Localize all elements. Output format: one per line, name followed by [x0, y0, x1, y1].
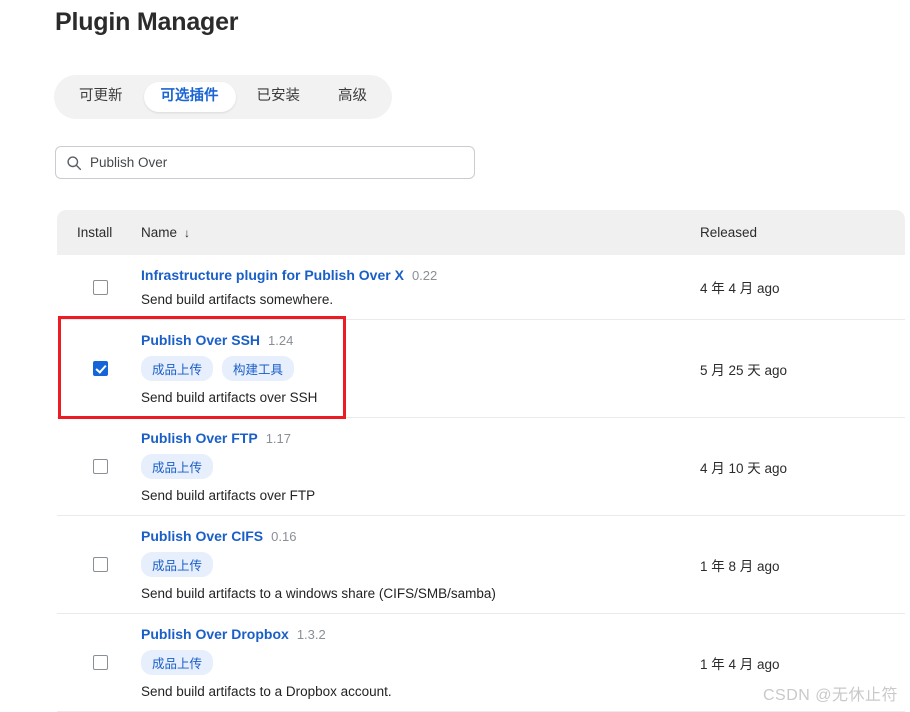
- plugin-label[interactable]: 成品上传: [141, 552, 214, 577]
- install-cell: [77, 557, 123, 572]
- plugin-labels: 成品上传: [141, 650, 700, 675]
- plugin-description: Send build artifacts to a windows share …: [141, 586, 496, 601]
- plugin-labels: 成品上传: [141, 454, 700, 479]
- install-cell: [77, 459, 123, 474]
- search-input[interactable]: [90, 147, 474, 178]
- plugin-released: 1 年 8 月 ago: [700, 558, 780, 574]
- tab-installed[interactable]: 已安装: [240, 82, 318, 112]
- page-title: Plugin Manager: [55, 8, 239, 36]
- table-row: Publish Over FTP 1.17 成品上传 Send build ar…: [57, 418, 905, 516]
- plugin-label[interactable]: 成品上传: [141, 650, 214, 675]
- plugin-version: 0.16: [271, 529, 297, 544]
- plugin-label[interactable]: 成品上传: [141, 356, 214, 381]
- plugins-table: Install Name ↓ Released Infrastructure p…: [57, 210, 905, 712]
- plugin-description: Send build artifacts over FTP: [141, 488, 316, 503]
- column-header-released: Released: [700, 225, 758, 240]
- plugin-description: Send build artifacts over SSH: [141, 390, 318, 405]
- install-checkbox[interactable]: [92, 279, 108, 295]
- plugin-label[interactable]: 构建工具: [222, 356, 295, 381]
- plugin-version: 1.3.2: [296, 627, 326, 642]
- plugin-title-line: Publish Over Dropbox 1.3.2: [141, 626, 700, 642]
- plugin-name-link[interactable]: Publish Over SSH: [141, 332, 260, 348]
- plugin-info-cell: Publish Over SSH 1.24 成品上传 构建工具 Send bui…: [141, 320, 700, 417]
- plugin-manager-page: Plugin Manager 可更新 可选插件 已安装 高级 Install N…: [0, 0, 910, 712]
- plugin-name-link[interactable]: Publish Over Dropbox: [141, 626, 289, 642]
- install-checkbox[interactable]: [92, 459, 108, 474]
- plugin-info-cell: Publish Over CIFS 0.16 成品上传 Send build a…: [141, 516, 700, 613]
- table-row: Publish Over SSH 1.24 成品上传 构建工具 Send bui…: [57, 320, 905, 418]
- plugin-version: 1.24: [268, 333, 294, 348]
- sort-descending-icon: ↓: [184, 225, 191, 240]
- plugin-released: 1 年 4 月 ago: [700, 656, 780, 672]
- plugin-name-link[interactable]: Infrastructure plugin for Publish Over X: [141, 267, 404, 283]
- install-cell: [77, 655, 123, 670]
- table-header-row: Install Name ↓ Released: [57, 210, 905, 255]
- plugin-version: 1.17: [265, 431, 292, 446]
- plugin-labels: 成品上传: [141, 552, 700, 577]
- install-checkbox[interactable]: [92, 557, 108, 572]
- plugin-description: Send build artifacts somewhere.: [141, 292, 334, 307]
- tab-updates[interactable]: 可更新: [62, 82, 140, 112]
- plugin-title-line: Infrastructure plugin for Publish Over X…: [141, 267, 700, 283]
- search-box[interactable]: [55, 146, 475, 179]
- plugin-released: 5 月 25 天 ago: [700, 362, 788, 378]
- tab-advanced[interactable]: 高级: [321, 82, 384, 112]
- plugin-label[interactable]: 成品上传: [141, 454, 214, 479]
- plugin-title-line: Publish Over CIFS 0.16: [141, 528, 700, 544]
- search-icon: [67, 155, 82, 170]
- tab-bar: 可更新 可选插件 已安装 高级: [54, 75, 392, 119]
- table-row: Infrastructure plugin for Publish Over X…: [57, 255, 905, 320]
- plugin-info-cell: Publish Over FTP 1.17 成品上传 Send build ar…: [141, 418, 700, 515]
- plugin-info-cell: Publish Over Dropbox 1.3.2 成品上传 Send bui…: [141, 614, 700, 711]
- plugin-released: 4 年 4 月 ago: [700, 281, 780, 296]
- plugin-name-link[interactable]: Publish Over FTP: [141, 430, 258, 446]
- tab-available[interactable]: 可选插件: [143, 82, 236, 112]
- column-header-name[interactable]: Name ↓: [141, 225, 700, 240]
- plugin-info-cell: Infrastructure plugin for Publish Over X…: [141, 255, 700, 319]
- plugin-title-line: Publish Over SSH 1.24: [141, 332, 700, 348]
- install-cell: [77, 361, 123, 376]
- install-checkbox[interactable]: [92, 655, 108, 670]
- plugin-labels: 成品上传 构建工具: [141, 356, 700, 381]
- install-checkbox[interactable]: [92, 361, 108, 376]
- plugin-released: 4 月 10 天 ago: [700, 460, 788, 476]
- plugin-title-line: Publish Over FTP 1.17: [141, 430, 700, 446]
- plugin-version: 0.22: [411, 268, 438, 283]
- column-header-name-label: Name: [141, 225, 178, 240]
- plugin-name-link[interactable]: Publish Over CIFS: [141, 528, 263, 544]
- column-header-install: Install: [77, 225, 113, 240]
- table-row: Publish Over CIFS 0.16 成品上传 Send build a…: [57, 516, 905, 614]
- watermark: CSDN @无休止符: [762, 687, 898, 704]
- install-cell: [77, 279, 123, 295]
- plugin-description: Send build artifacts to a Dropbox accoun…: [141, 684, 392, 699]
